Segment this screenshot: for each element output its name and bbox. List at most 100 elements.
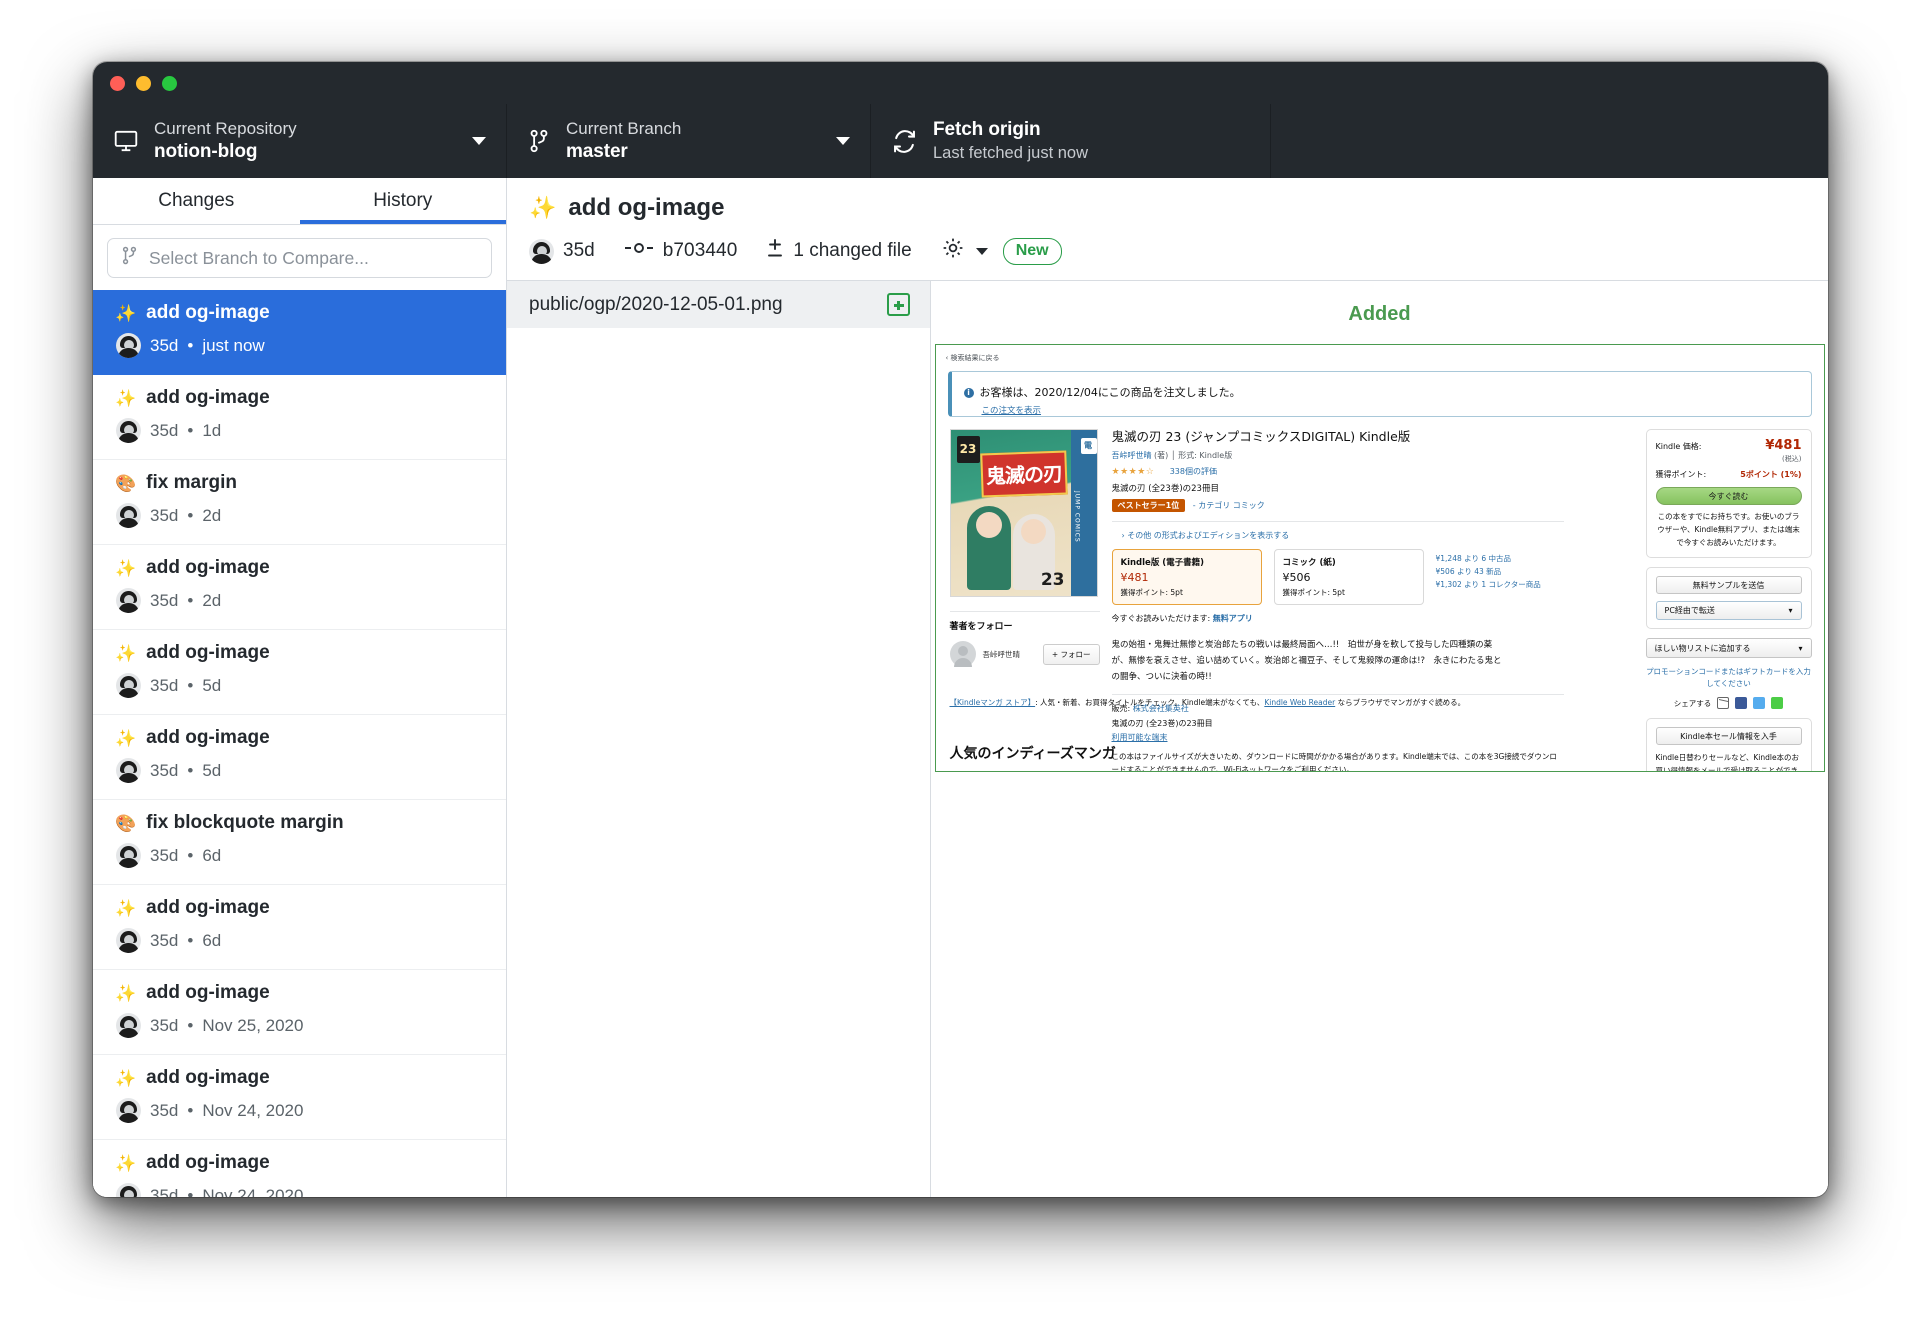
description-line: 鬼の始祖・鬼舞辻無惨と炭治郎たちの戦いは最終局面へ…!! 珀世が身を軟して投与し… — [1111, 640, 1493, 651]
commit-author: 35d — [150, 760, 179, 780]
commit-separator: • — [187, 420, 194, 440]
commit-list-item[interactable]: ✨ add og-image 35d • Nov 24, 2020 — [93, 1140, 506, 1197]
window-titlebar — [93, 62, 1828, 104]
volume-line: 鬼滅の刃 (全23巻)の23冊目 — [1111, 718, 1213, 728]
avatar — [116, 1013, 141, 1038]
commit-author: 35d — [563, 240, 595, 261]
select-branch-input[interactable]: Select Branch to Compare... — [107, 238, 492, 278]
commit-list-item[interactable]: ✨ add og-image 35d • 1d — [93, 375, 506, 460]
kindle-manga-store-link: 【Kindleマンガ ストア】 — [949, 698, 1036, 707]
follow-button: + フォロー — [1042, 643, 1100, 665]
commit-author: 35d — [150, 420, 179, 440]
gear-icon[interactable] — [941, 236, 965, 266]
cover-figure-left — [966, 506, 1011, 590]
order-alert-text: お客様は、2020/12/04にこの商品を注文しました。 — [979, 386, 1241, 399]
commit-list-item[interactable]: ✨ add og-image 35d • 5d — [93, 630, 506, 715]
maximize-button[interactable] — [162, 75, 177, 91]
tax-note: (税込) — [1782, 455, 1802, 463]
commit-meta-row: 35d b703440 1 changed file New — [529, 236, 1806, 266]
minimize-button[interactable] — [136, 75, 151, 91]
format-option-kindle: Kindle版 (電子書籍) ¥481 獲得ポイント: 5pt — [1111, 549, 1262, 606]
tab-changes[interactable]: Changes — [93, 178, 300, 224]
commit-list[interactable]: ✨ add og-image 35d • just now ✨ add og-image 35… — [93, 290, 506, 1197]
commit-separator: • — [187, 1100, 194, 1120]
star-icons: ★★★★☆ — [1111, 467, 1155, 478]
read-now-row: 今すぐお読みいただけます: 無料アプリ — [1112, 613, 1564, 624]
tab-history[interactable]: History — [299, 178, 506, 224]
diff-panes: public/ogp/2020-12-05-01.png Added ‹ 検索結… — [507, 281, 1828, 1197]
commit-message: add og-image — [146, 1067, 270, 1088]
owned-note: この本をすでにお持ちです。お使いのブラウザーや、Kindle無料アプリ、または端… — [1657, 512, 1800, 547]
fetch-origin-button[interactable]: Fetch origin Last fetched just now — [871, 104, 1271, 178]
filesize-note: この本はファイルサイズが大きいため、ダウンロードに時間がかかる場合があります。K… — [1111, 751, 1557, 772]
commit-list-item[interactable]: ✨ add og-image 35d • Nov 25, 2020 — [93, 970, 506, 1055]
commit-emoji-icon: ✨ — [115, 558, 137, 578]
changed-file-list[interactable]: public/ogp/2020-12-05-01.png — [507, 281, 931, 1197]
price-label: Kindle 価格: — [1655, 442, 1702, 451]
cover-spine-badge: 電 — [1080, 438, 1097, 454]
desktop-backdrop: Current Repository notion-blog Current B… — [0, 0, 1920, 1320]
kindle-web-reader-link: Kindle Web Reader — [1264, 698, 1336, 707]
commit-separator: • — [187, 930, 194, 950]
store-promo-text2: ならブラウザでマンガがすぐ読める。 — [1335, 698, 1466, 707]
commit-list-item[interactable]: ✨ add og-image 35d • just now — [93, 290, 506, 375]
commit-message: add og-image — [146, 557, 270, 578]
sale-info-button: Kindle本セール情報を入手 — [1655, 727, 1802, 746]
commit-author: 35d — [150, 1100, 179, 1120]
current-branch-button[interactable]: Current Branch master — [507, 104, 871, 178]
commit-message: add og-image — [146, 387, 270, 408]
bestseller-row: ベストセラー1位 - カテゴリ コミック — [1111, 499, 1564, 513]
divider — [1111, 521, 1564, 523]
sale-info-box: Kindle本セール情報を入手 Kindle日替わりセールなど、Kindle本の… — [1645, 718, 1812, 771]
branch-name: master — [566, 140, 628, 162]
used-offer-line: ¥506 より 43 新品 — [1435, 567, 1502, 576]
free-app-link: 無料アプリ — [1212, 614, 1253, 624]
commit-emoji-icon: 🎨 — [115, 473, 137, 493]
promo-code-text: プロモーションコードまたはギフトカードを入力してください — [1646, 667, 1811, 689]
publisher-block: 販売: 株式会社集英社 鬼滅の刃 (全23巻)の23冊目 利用可能な端末 — [1112, 702, 1564, 745]
commit-list-item[interactable]: 🎨 fix blockquote margin 35d • 6d — [93, 800, 506, 885]
commit-time: 2d — [202, 590, 222, 610]
commit-list-item[interactable]: ✨ add og-image 35d • 2d — [93, 545, 506, 630]
read-now-button: 今すぐ読む — [1655, 487, 1802, 505]
file-path: public/ogp/2020-12-05-01.png — [529, 293, 783, 315]
format-option-comic: コミック (紙) ¥506 獲得ポイント: 5pt — [1273, 549, 1424, 606]
format-price: ¥481 — [1120, 571, 1149, 585]
wishlist-label: ほしい物リストに追加する — [1654, 643, 1751, 653]
used-offer-line: ¥1,302 より 1 コレクター商品 — [1435, 579, 1541, 589]
commit-author: 35d — [150, 845, 179, 865]
author-follow-block: 著者をフォロー 吾峠呼世晴 + フォロー — [949, 611, 1100, 667]
commit-message: add og-image — [146, 897, 270, 918]
bestseller-tag: ベストセラー1位 — [1111, 499, 1186, 513]
commit-author: 35d — [150, 590, 179, 610]
file-row[interactable]: public/ogp/2020-12-05-01.png — [507, 281, 930, 328]
commit-time: 6d — [202, 845, 222, 865]
chevron-down-icon[interactable] — [975, 247, 988, 255]
commit-emoji-icon: ✨ — [115, 728, 137, 748]
twitter-icon — [1753, 697, 1766, 710]
share-row: シェアする — [1646, 697, 1812, 710]
commit-message: fix blockquote margin — [146, 812, 344, 833]
commit-list-item[interactable]: ✨ add og-image 35d • Nov 24, 2020 — [93, 1055, 506, 1140]
commit-list-item[interactable]: ✨ add og-image 35d • 5d — [93, 715, 506, 800]
author-name: 吾峠呼世晴 — [982, 649, 1021, 659]
sparkles-icon: ✨ — [529, 195, 557, 220]
store-promo-text: : 人気・新着、お買得タイトルをチェック。Kindle端末がなくても、 — [1035, 698, 1265, 707]
share-label: シェアする — [1673, 698, 1712, 708]
current-repository-button[interactable]: Current Repository notion-blog — [93, 104, 507, 178]
fetch-title: Fetch origin — [933, 119, 1041, 141]
sample-destination-value: PC経由で転送 — [1664, 605, 1715, 615]
commit-separator: • — [187, 335, 194, 355]
added-plus-icon — [887, 293, 910, 316]
commit-separator: • — [187, 675, 194, 695]
commit-sha[interactable]: b703440 — [663, 240, 738, 262]
cover-badge: 23 — [956, 436, 980, 463]
price-value: ¥481 — [1765, 438, 1802, 453]
commit-list-item[interactable]: 🎨 fix margin 35d • 2d — [93, 460, 506, 545]
close-button[interactable] — [110, 75, 125, 91]
product-rating: ★★★★☆ 338個の評価 — [1112, 466, 1564, 477]
commit-separator: • — [187, 760, 194, 780]
commit-author: 35d — [150, 335, 179, 355]
commit-list-item[interactable]: ✨ add og-image 35d • 6d — [93, 885, 506, 970]
